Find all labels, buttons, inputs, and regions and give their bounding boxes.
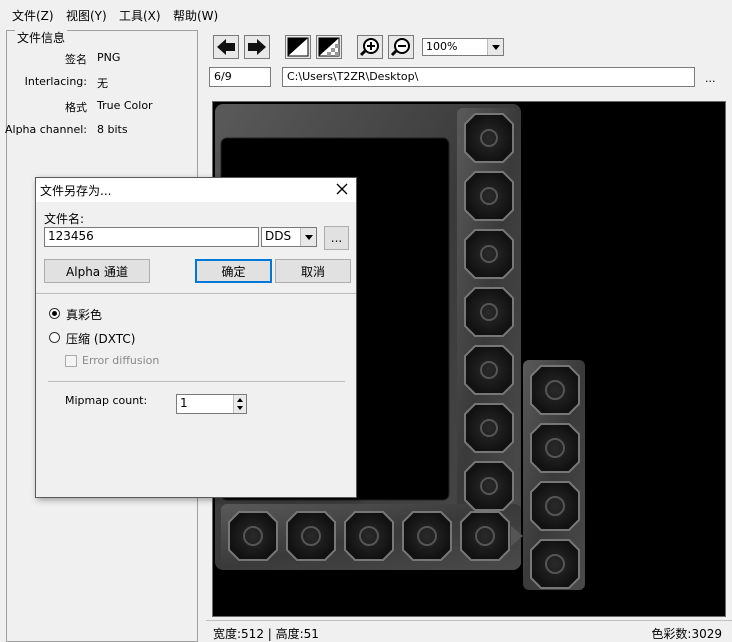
alpha-channel-button[interactable]: Alpha 通道 (44, 259, 150, 283)
chevron-down-icon[interactable] (300, 228, 316, 246)
info-value-format: True Color (97, 99, 153, 112)
dialog-titlebar: 文件另存为... (36, 178, 356, 202)
filename-label: 文件名: (44, 212, 85, 226)
format-select[interactable]: DDS (261, 227, 317, 247)
info-label-alpha: Alpha channel: (4, 123, 87, 136)
status-bar: 宽度:512 | 高度:51 色彩数:3029 (206, 620, 732, 642)
mipmap-label: Mipmap count: (65, 394, 148, 407)
background-toggle-button[interactable] (285, 35, 311, 59)
prev-image-button[interactable] (213, 35, 239, 59)
zoom-out-icon (390, 38, 410, 57)
close-icon[interactable] (334, 181, 350, 197)
radio-compress-label: 压缩 (DXTC) (66, 332, 136, 346)
zoom-select[interactable]: 100% (422, 38, 504, 56)
ok-button[interactable]: 确定 (195, 259, 272, 283)
radio-truecolor-label: 真彩色 (66, 308, 103, 322)
spin-arrows-icon[interactable] (233, 395, 246, 413)
contrast-icon (287, 37, 309, 57)
zoom-in-icon (359, 38, 379, 57)
path-field[interactable]: C:\Users\T2ZR\Desktop\ (282, 67, 695, 87)
menu-tools[interactable]: 工具(X) (119, 7, 161, 24)
checkerboard-icon (318, 37, 340, 57)
mipmap-count-value: 1 (180, 396, 188, 410)
cancel-button[interactable]: 取消 (275, 259, 351, 283)
zoom-out-button[interactable] (388, 35, 414, 59)
error-diffusion-checkbox[interactable] (65, 355, 77, 367)
save-as-dialog: 文件另存为... 文件名: 123456 DDS ... Alpha 通道 确定… (35, 177, 357, 498)
file-info-title: 文件信息 (15, 29, 68, 46)
menu-view[interactable]: 视图(Y) (66, 7, 107, 24)
arrow-left-icon (217, 39, 235, 55)
divider (48, 381, 345, 382)
radio-truecolor[interactable] (49, 308, 60, 319)
browse-path-button[interactable]: ... (705, 72, 716, 85)
transparency-toggle-button[interactable] (316, 35, 342, 59)
next-image-button[interactable] (244, 35, 270, 59)
page-counter[interactable]: 6/9 (209, 67, 271, 87)
zoom-in-button[interactable] (357, 35, 383, 59)
dialog-title: 文件另存为... (40, 184, 112, 198)
radio-compress[interactable] (49, 332, 60, 343)
arrow-right-icon (248, 39, 266, 55)
info-label-signature: 签名 (65, 53, 87, 66)
color-count: 色彩数:3029 (651, 627, 722, 641)
chevron-down-icon[interactable] (487, 39, 503, 55)
zoom-value: 100% (426, 40, 458, 53)
mipmap-count-stepper[interactable]: 1 (176, 394, 247, 414)
image-dimensions: 宽度:512 | 高度:51 (213, 627, 319, 641)
divider (36, 293, 356, 294)
info-label-interlacing: Interlacing: (24, 75, 87, 88)
menu-file[interactable]: 文件(Z) (12, 7, 54, 24)
browse-button[interactable]: ... (324, 226, 349, 250)
info-value-interlacing: 无 (97, 77, 108, 90)
info-label-format: 格式 (65, 101, 87, 114)
info-value-alpha: 8 bits (97, 123, 128, 136)
filename-input[interactable]: 123456 (44, 227, 259, 247)
format-value: DDS (265, 229, 292, 243)
info-value-signature: PNG (97, 51, 121, 64)
error-diffusion-label: Error diffusion (82, 354, 160, 367)
menu-help[interactable]: 帮助(W) (173, 7, 218, 24)
menu-bar: 文件(Z) 视图(Y) 工具(X) 帮助(W) (0, 0, 732, 28)
